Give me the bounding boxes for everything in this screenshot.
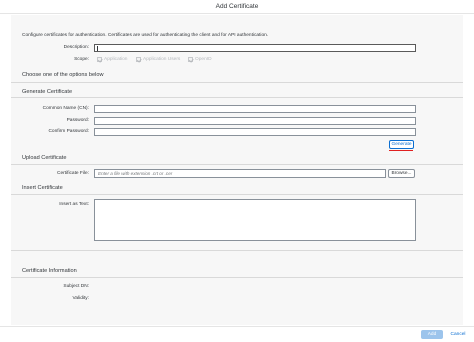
info-heading: Certificate Information [22, 268, 77, 274]
divider [11, 277, 463, 278]
divider [11, 97, 463, 98]
certificate-file-input[interactable]: Enter a file with extension .crt or .cer [94, 169, 386, 178]
confirm-password-label: Confirm Password: [48, 129, 89, 134]
insert-heading: Insert Certificate [22, 185, 63, 191]
generate-button[interactable]: Generate [389, 140, 414, 149]
scope-option-application-users: Application Users [136, 57, 180, 62]
description-input[interactable] [94, 44, 416, 52]
insert-as-text-label: Insert as Text: [59, 202, 89, 207]
checkbox-icon [97, 57, 102, 62]
certificate-text-area[interactable] [94, 199, 416, 241]
dialog-title: Add Certificate [215, 3, 259, 10]
upload-heading: Upload Certificate [22, 155, 67, 161]
divider [11, 194, 463, 195]
browse-button[interactable]: Browse... [388, 169, 415, 178]
add-button[interactable]: Add [421, 330, 443, 339]
dialog-header: Add Certificate [0, 0, 474, 14]
password-input[interactable] [94, 117, 416, 125]
certificate-file-label: Certificate File: [57, 171, 89, 176]
text-caret [97, 46, 98, 51]
description-label: Description: [63, 45, 89, 50]
divider [11, 250, 463, 251]
file-placeholder: Enter a file with extension .crt or .cer [98, 171, 173, 176]
checkbox-icon [136, 57, 141, 62]
dialog-footer [0, 326, 474, 342]
divider [11, 82, 463, 83]
validity-label: Validity: [72, 296, 89, 301]
checkbox-icon [188, 57, 193, 62]
highlight-underline [389, 150, 413, 151]
intro-text: Configure certificates for authenticatio… [22, 33, 269, 38]
scope-label: Scope: [74, 57, 89, 62]
common-name-label: Common Name (CN): [42, 106, 89, 111]
generate-heading: Generate Certificate [22, 89, 73, 95]
password-label: Password: [66, 118, 89, 123]
common-name-input[interactable] [94, 105, 416, 113]
confirm-password-input[interactable] [94, 128, 416, 136]
subject-dn-label: Subject DN: [63, 284, 89, 289]
scope-option-application: Application [97, 57, 127, 62]
divider [11, 164, 463, 165]
scope-option-openid: OpenID [188, 57, 212, 62]
choose-heading: Choose one of the options below [22, 72, 104, 78]
cancel-button[interactable]: Cancel [447, 330, 469, 339]
